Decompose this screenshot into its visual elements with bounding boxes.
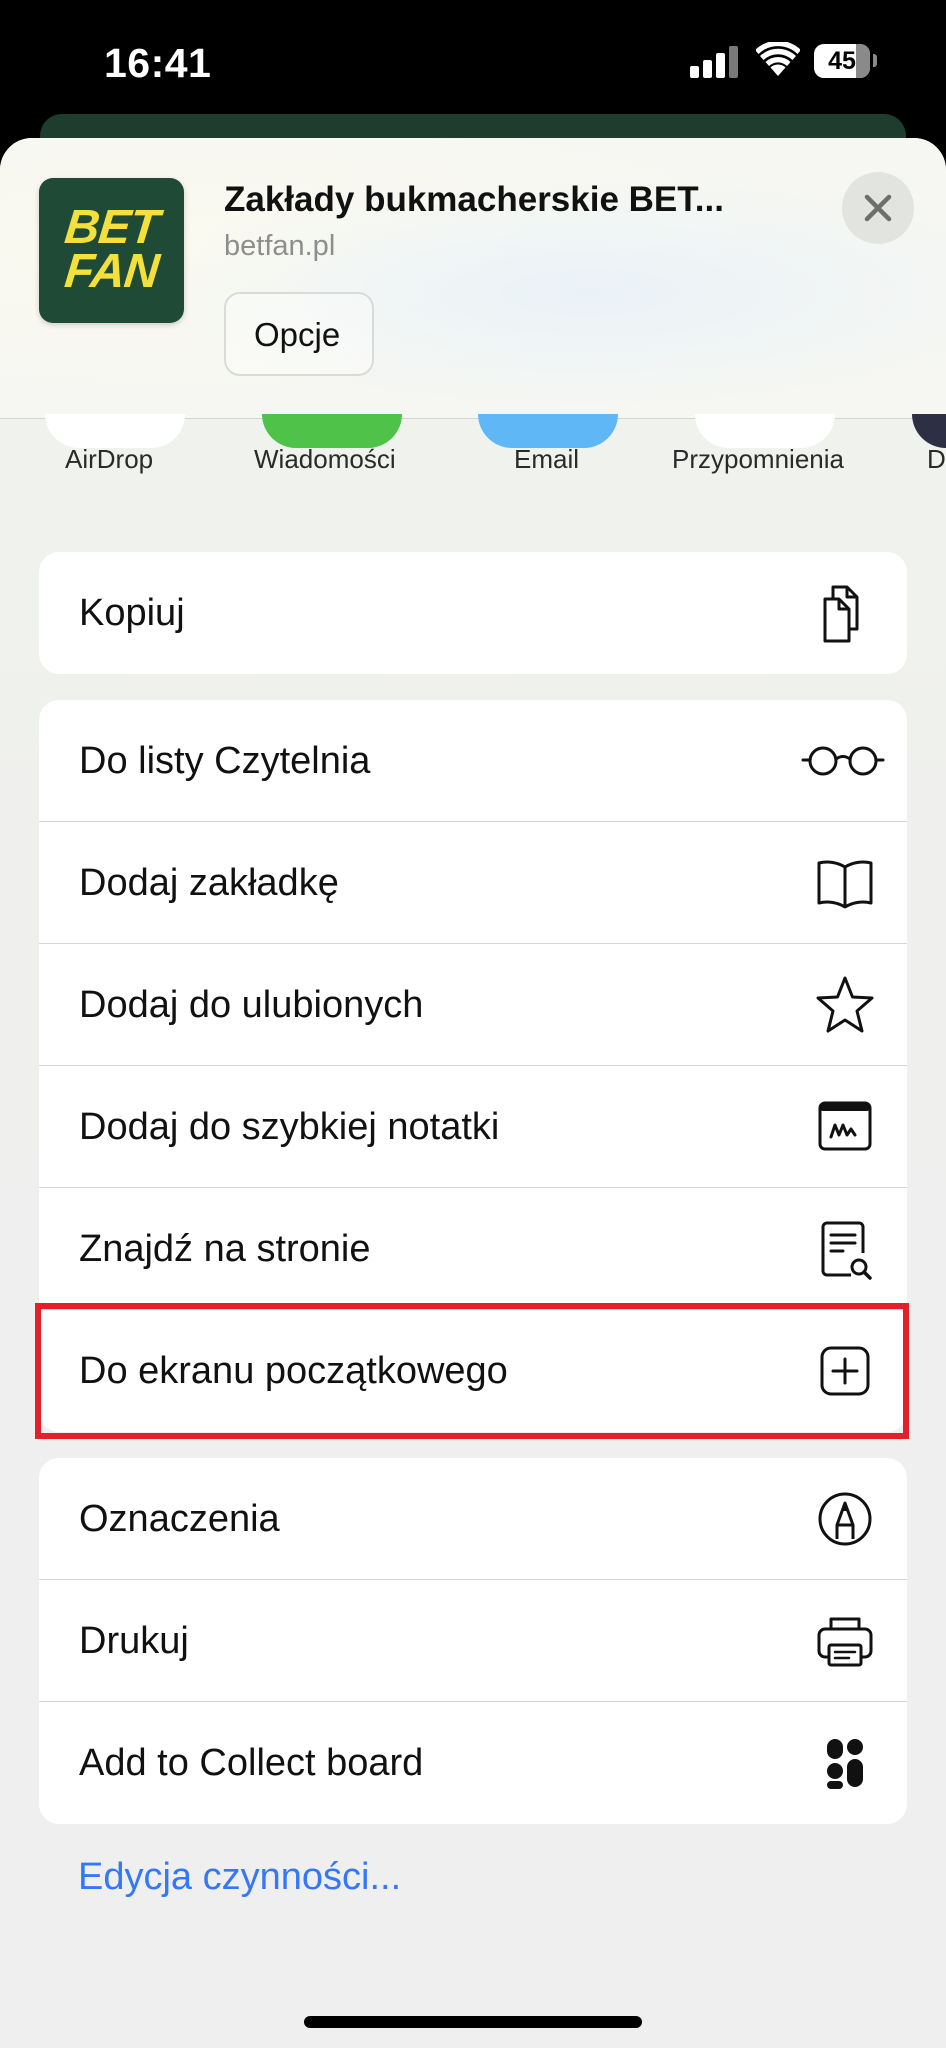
battery-tip xyxy=(873,54,877,67)
action-reading-list[interactable]: Do listy Czytelnia xyxy=(39,700,907,822)
copy-icon xyxy=(823,585,859,643)
share-sheet: BET FAN Zakłady bukmacherskie BET... bet… xyxy=(0,138,946,2048)
share-label-airdrop: AirDrop xyxy=(65,444,154,474)
home-indicator xyxy=(304,2016,642,2028)
signal-icon xyxy=(690,46,740,78)
site-url: betfan.pl xyxy=(224,230,336,262)
close-button[interactable] xyxy=(842,172,914,244)
share-label-email: Email xyxy=(514,444,580,474)
action-label: Dodaj do szybkiej notatki xyxy=(79,1106,500,1148)
battery-icon: 45 xyxy=(814,44,870,78)
status-time: 16:41 xyxy=(104,40,212,86)
star-icon xyxy=(816,976,874,1033)
share-header: BET FAN Zakłady bukmacherskie BET... bet… xyxy=(0,138,946,419)
share-target-reminders[interactable] xyxy=(695,414,835,448)
wifi-icon xyxy=(756,42,800,76)
action-label: Oznaczenia xyxy=(79,1498,280,1540)
action-copy[interactable]: Kopiuj xyxy=(39,552,907,674)
action-label: Dodaj zakładkę xyxy=(79,862,339,904)
markup-icon xyxy=(818,1492,872,1546)
action-label: Znajdź na stronie xyxy=(79,1228,371,1270)
share-target-messages[interactable] xyxy=(262,414,402,448)
quick-note-icon xyxy=(818,1101,872,1151)
action-quick-note[interactable]: Dodaj do szybkiej notatki xyxy=(39,1066,907,1188)
site-app-icon: BET FAN xyxy=(39,178,184,323)
options-label: Opcje xyxy=(254,316,341,353)
action-add-bookmark[interactable]: Dodaj zakładkę xyxy=(39,822,907,944)
battery-level: 45 xyxy=(828,47,856,75)
printer-icon xyxy=(817,1617,873,1667)
book-icon xyxy=(817,860,873,909)
action-print[interactable]: Drukuj xyxy=(39,1580,907,1702)
action-label: Kopiuj xyxy=(79,592,185,634)
share-label-more: D xyxy=(927,444,946,474)
share-label-reminders: Przypomnienia xyxy=(672,444,844,474)
app-icon-text-2: FAN xyxy=(62,245,161,298)
options-button[interactable]: Opcje xyxy=(224,292,374,376)
collect-icon xyxy=(827,1739,863,1789)
action-label: Add to Collect board xyxy=(79,1742,424,1784)
action-group-extra: Oznaczenia Drukuj Add to Collect board xyxy=(39,1458,907,1824)
action-markup[interactable]: Oznaczenia xyxy=(39,1458,907,1580)
share-target-more[interactable] xyxy=(912,414,946,448)
glasses-icon xyxy=(801,746,885,776)
action-group-copy: Kopiuj xyxy=(39,552,907,674)
action-label: Do listy Czytelnia xyxy=(79,740,371,782)
edit-actions-link[interactable]: Edycja czynności... xyxy=(78,1856,401,1899)
action-label: Dodaj do ulubionych xyxy=(79,984,424,1026)
share-label-messages: Wiadomości xyxy=(254,444,396,474)
find-on-page-icon xyxy=(821,1221,872,1280)
action-find-on-page[interactable]: Znajdź na stronie xyxy=(39,1188,907,1310)
share-target-airdrop[interactable] xyxy=(45,414,185,448)
action-add-favorites[interactable]: Dodaj do ulubionych xyxy=(39,944,907,1066)
action-collect-board[interactable]: Add to Collect board xyxy=(39,1702,907,1824)
close-icon xyxy=(864,194,892,222)
share-target-email[interactable] xyxy=(478,414,618,448)
site-title: Zakłady bukmacherskie BET... xyxy=(224,180,724,219)
action-label: Drukuj xyxy=(79,1620,189,1662)
highlight-box xyxy=(35,1303,909,1439)
